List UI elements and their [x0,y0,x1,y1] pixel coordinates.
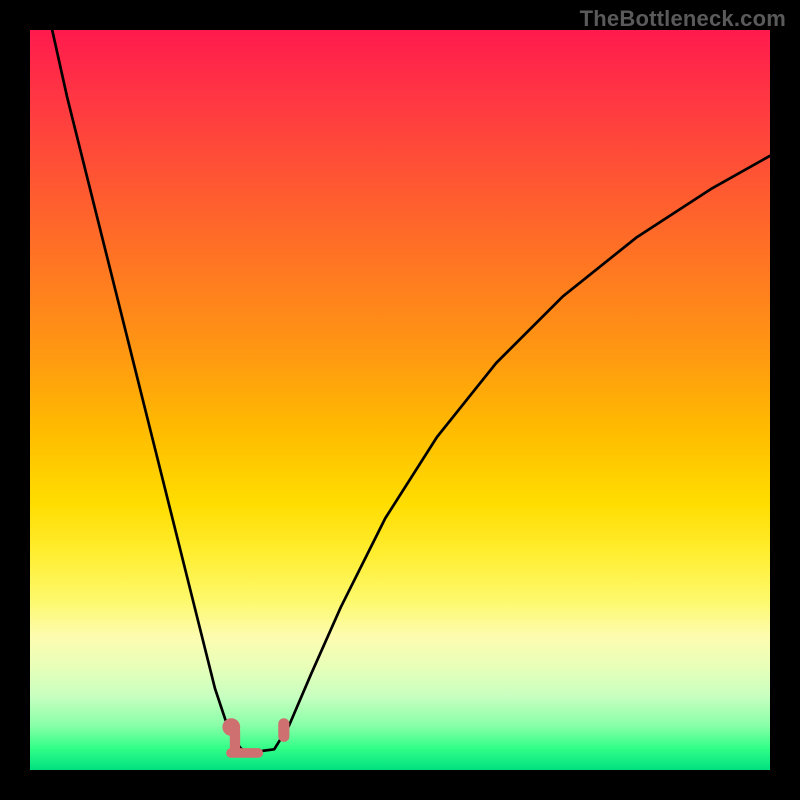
bottom-left-vertical [230,726,240,753]
chart-svg [30,30,770,770]
bottleneck-curve [52,30,770,754]
watermark-text: TheBottleneck.com [580,6,786,32]
right-edge-marker [278,718,289,742]
marker-group [222,718,289,758]
chart-frame: TheBottleneck.com [0,0,800,800]
plot-area [30,30,770,770]
